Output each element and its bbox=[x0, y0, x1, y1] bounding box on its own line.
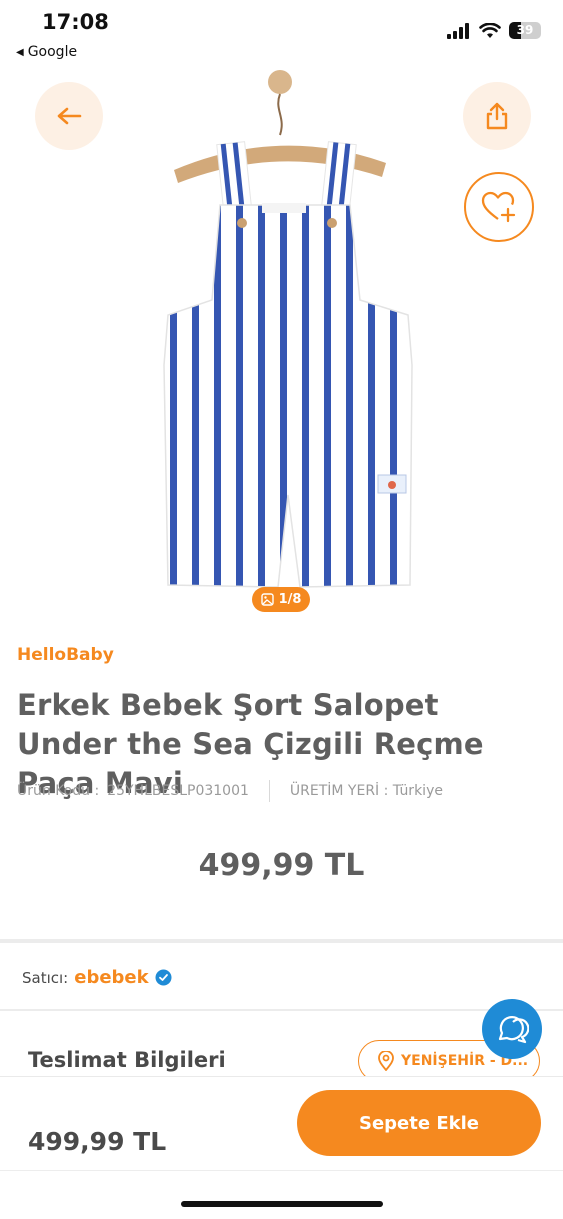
add-to-cart-button[interactable]: Sepete Ekle bbox=[297, 1090, 541, 1156]
back-triangle-icon: ◀ bbox=[16, 46, 24, 58]
share-button[interactable] bbox=[463, 82, 531, 150]
product-image[interactable] bbox=[150, 65, 420, 600]
delivery-title: Teslimat Bilgileri bbox=[28, 1048, 226, 1072]
back-arrow-icon bbox=[57, 107, 82, 125]
bottom-price: 499,99 TL bbox=[28, 1127, 167, 1156]
product-code-value: 25YHLBESLP031001 bbox=[107, 783, 249, 799]
section-divider bbox=[0, 939, 563, 943]
bottom-separator bbox=[0, 1170, 563, 1171]
seller-divider bbox=[0, 1009, 563, 1011]
heart-plus-icon bbox=[481, 191, 516, 223]
chat-icon bbox=[498, 1016, 529, 1044]
brand-link[interactable]: HelloBaby bbox=[17, 645, 114, 665]
status-icons: 39 bbox=[447, 22, 541, 39]
location-pin-icon bbox=[378, 1051, 394, 1071]
seller-row[interactable]: Satıcı: ebebek bbox=[22, 967, 172, 988]
image-counter-text: 1/8 bbox=[278, 592, 302, 607]
seller-label: Satıcı: bbox=[22, 968, 69, 987]
signal-icon bbox=[447, 22, 469, 39]
verified-icon bbox=[155, 969, 172, 986]
back-app-label: Google bbox=[27, 44, 78, 60]
production-origin: ÜRETİM YERİ : Türkiye bbox=[289, 783, 443, 799]
status-time: 17:08 bbox=[42, 10, 109, 34]
home-indicator[interactable] bbox=[181, 1201, 383, 1207]
back-to-app[interactable]: ◀ Google bbox=[16, 44, 77, 60]
image-counter: 1/8 bbox=[252, 587, 310, 612]
add-to-favorites-button[interactable] bbox=[464, 172, 534, 242]
back-button[interactable] bbox=[35, 82, 103, 150]
meta-divider bbox=[268, 780, 270, 802]
product-code-label: Ürün Kodu : bbox=[17, 783, 100, 799]
product-price: 499,99 TL bbox=[198, 848, 365, 883]
seller-name[interactable]: ebebek bbox=[74, 967, 148, 988]
battery-icon: 39 bbox=[509, 22, 541, 39]
chat-button[interactable] bbox=[482, 999, 542, 1059]
wifi-icon bbox=[479, 22, 501, 38]
product-meta: Ürün Kodu : 25YHLBESLP031001 ÜRETİM YERİ… bbox=[17, 780, 443, 802]
share-icon bbox=[486, 102, 508, 130]
image-icon bbox=[260, 593, 274, 606]
battery-level: 39 bbox=[516, 23, 534, 37]
